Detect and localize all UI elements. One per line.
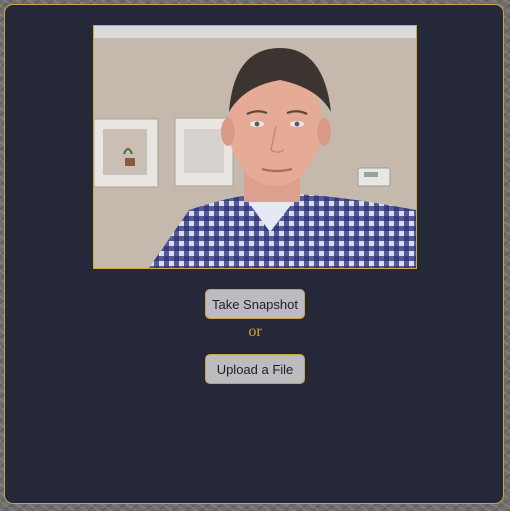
- take-snapshot-button[interactable]: Take Snapshot: [205, 289, 305, 319]
- wall-mirror-left: [94, 118, 159, 188]
- upload-file-button[interactable]: Upload a File: [205, 354, 305, 384]
- capture-panel: Take Snapshot or Upload a File: [4, 4, 504, 504]
- webcam-preview: [93, 25, 417, 269]
- or-separator: or: [248, 323, 262, 340]
